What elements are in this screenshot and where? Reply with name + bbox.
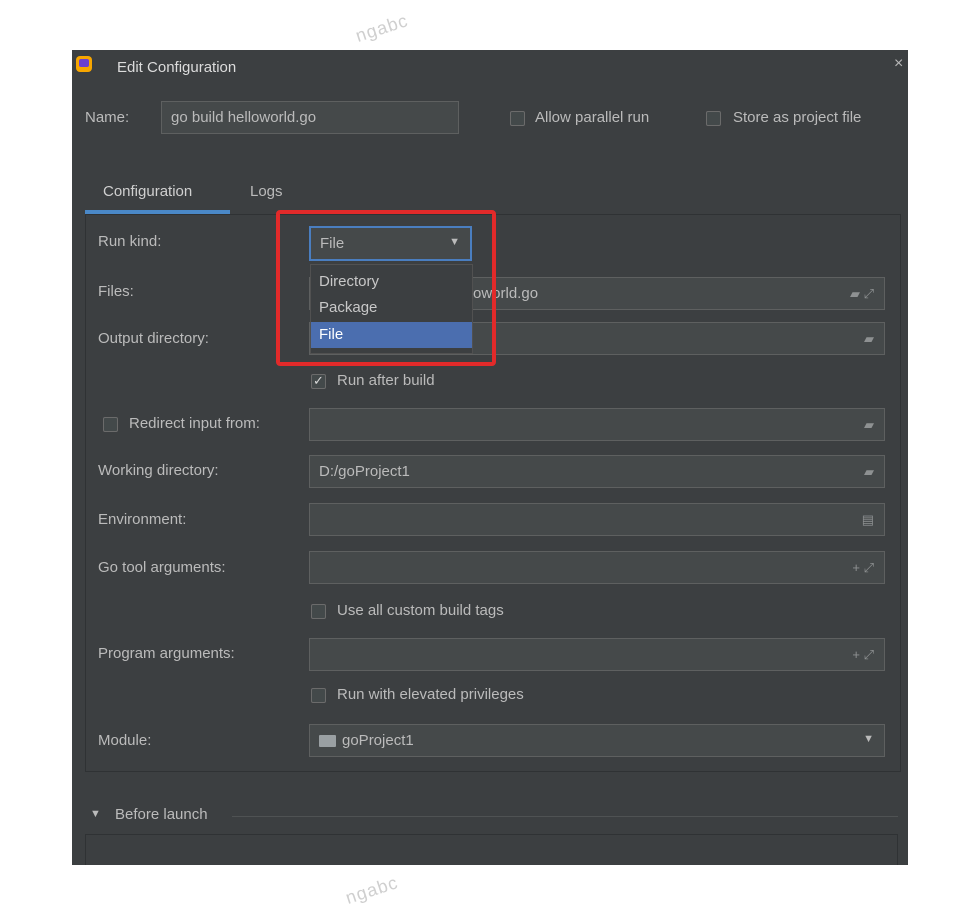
divider xyxy=(232,816,898,817)
redirect-input-label: Redirect input from: xyxy=(129,415,260,432)
run-elevated-checkbox[interactable] xyxy=(311,688,326,703)
close-icon[interactable]: × xyxy=(894,55,903,73)
module-folder-icon xyxy=(319,734,336,747)
run-after-build-label: Run after build xyxy=(337,372,435,389)
output-directory-label: Output directory: xyxy=(98,330,209,347)
go-tool-arguments-input[interactable]: + ⤢ xyxy=(309,551,885,584)
name-input-value: go build helloworld.go xyxy=(171,109,317,126)
folder-icon[interactable]: ▰ xyxy=(864,331,874,347)
redirect-input-field[interactable]: ▰ xyxy=(309,408,885,441)
folder-icon[interactable]: ▰ xyxy=(864,464,874,480)
document-icon[interactable]: ▤ xyxy=(862,512,874,528)
add-expand-icon[interactable]: + ⤢ xyxy=(852,647,874,663)
watermark-top: ngabc xyxy=(353,10,411,46)
allow-parallel-checkbox[interactable] xyxy=(510,111,525,126)
folder-expand-icon[interactable]: ▰ ⤢ xyxy=(850,286,874,302)
environment-input[interactable]: ▤ xyxy=(309,503,885,536)
window-title: Edit Configuration xyxy=(117,59,237,76)
name-input[interactable]: go build helloworld.go xyxy=(161,101,459,134)
environment-label: Environment: xyxy=(98,511,187,528)
redirect-input-checkbox[interactable] xyxy=(103,417,118,432)
allow-parallel-label: Allow parallel run xyxy=(535,109,650,126)
working-directory-input[interactable]: D:/goProject1 ▰ xyxy=(309,455,885,488)
chevron-down-icon: ▼ xyxy=(863,733,874,745)
run-after-build-checkbox[interactable] xyxy=(311,373,326,389)
use-custom-tags-checkbox[interactable] xyxy=(311,604,326,619)
before-launch-label: Before launch xyxy=(115,806,208,823)
watermark-bottom: ngabc xyxy=(343,872,401,908)
highlight-box xyxy=(276,210,496,366)
program-arguments-label: Program arguments: xyxy=(98,645,235,662)
module-value: goProject1 xyxy=(342,732,414,749)
store-project-label: Store as project file xyxy=(733,109,862,126)
use-custom-tags-label: Use all custom build tags xyxy=(337,602,504,619)
store-project-checkbox[interactable] xyxy=(706,111,721,126)
collapse-triangle-icon[interactable]: ▼ xyxy=(90,808,101,820)
name-label: Name: xyxy=(85,109,130,126)
tab-logs[interactable]: Logs xyxy=(250,183,283,200)
edit-configuration-dialog: Edit Configuration × Name: go build hell… xyxy=(72,50,908,865)
files-label: Files: xyxy=(98,283,134,300)
goland-app-icon xyxy=(76,56,92,72)
working-directory-value: D:/goProject1 xyxy=(319,463,410,480)
module-select[interactable]: goProject1 ▼ xyxy=(309,724,885,757)
working-directory-label: Working directory: xyxy=(98,462,219,479)
add-expand-icon[interactable]: + ⤢ xyxy=(852,560,874,576)
run-kind-label: Run kind: xyxy=(98,233,162,250)
before-launch-list xyxy=(85,834,898,865)
run-elevated-label: Run with elevated privileges xyxy=(337,686,524,703)
module-label: Module: xyxy=(98,732,152,749)
folder-icon[interactable]: ▰ xyxy=(864,417,874,433)
program-arguments-input[interactable]: + ⤢ xyxy=(309,638,885,671)
go-tool-arguments-label: Go tool arguments: xyxy=(98,559,226,576)
tab-configuration[interactable]: Configuration xyxy=(103,183,192,200)
